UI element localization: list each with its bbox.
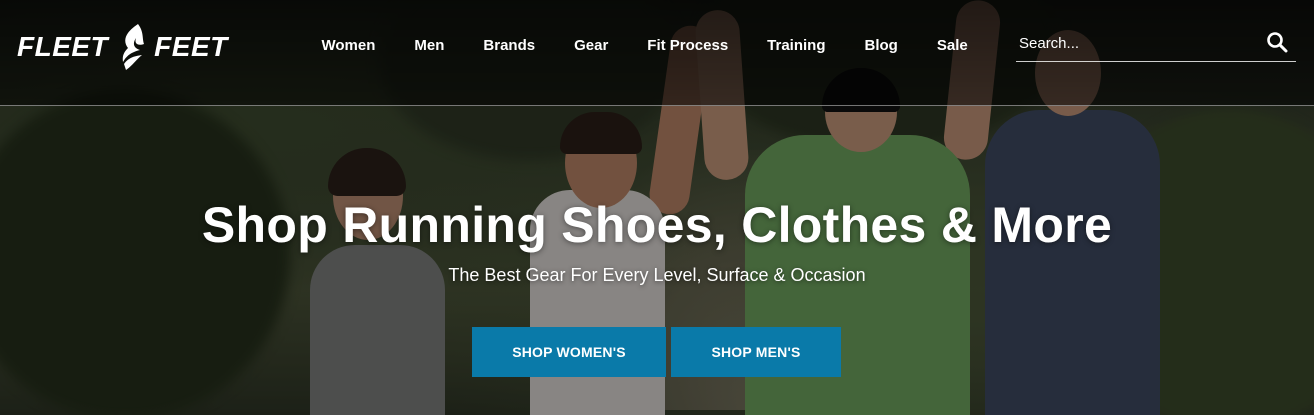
- shop-mens-button[interactable]: SHOP MEN'S: [671, 327, 841, 377]
- nav-item-women[interactable]: Women: [302, 37, 395, 54]
- nav-item-fit-process[interactable]: Fit Process: [628, 37, 748, 54]
- search-bar: [1016, 26, 1296, 62]
- hero-subtitle: The Best Gear For Every Level, Surface &…: [448, 265, 866, 285]
- nav-item-gear[interactable]: Gear: [555, 37, 628, 54]
- hero-title: Shop Running Shoes, Clothes & More: [201, 197, 1113, 253]
- nav-item-blog[interactable]: Blog: [845, 37, 917, 54]
- search-icon[interactable]: [1266, 31, 1288, 53]
- search-input[interactable]: [1019, 31, 1254, 55]
- brand-logo[interactable]: FLEET FEET: [17, 22, 228, 72]
- site-header: FLEET FEET Women Men Brands Gear Fit Pro…: [0, 0, 1314, 106]
- nav-item-brands[interactable]: Brands: [464, 37, 555, 54]
- main-nav: Women Men Brands Gear Fit Process Traini…: [302, 30, 987, 60]
- hero-cta-group: SHOP WOMEN'S SHOP MEN'S: [472, 327, 841, 377]
- logo-text-right: FEET: [154, 31, 228, 62]
- nav-item-men[interactable]: Men: [395, 37, 464, 54]
- nav-item-training[interactable]: Training: [748, 37, 845, 54]
- hero-banner: FLEET FEET Women Men Brands Gear Fit Pro…: [0, 0, 1314, 415]
- nav-item-sale[interactable]: Sale: [917, 37, 987, 54]
- flame-logo-icon: [122, 24, 145, 70]
- logo-text-left: FLEET: [17, 31, 109, 62]
- shop-womens-button[interactable]: SHOP WOMEN'S: [472, 327, 666, 377]
